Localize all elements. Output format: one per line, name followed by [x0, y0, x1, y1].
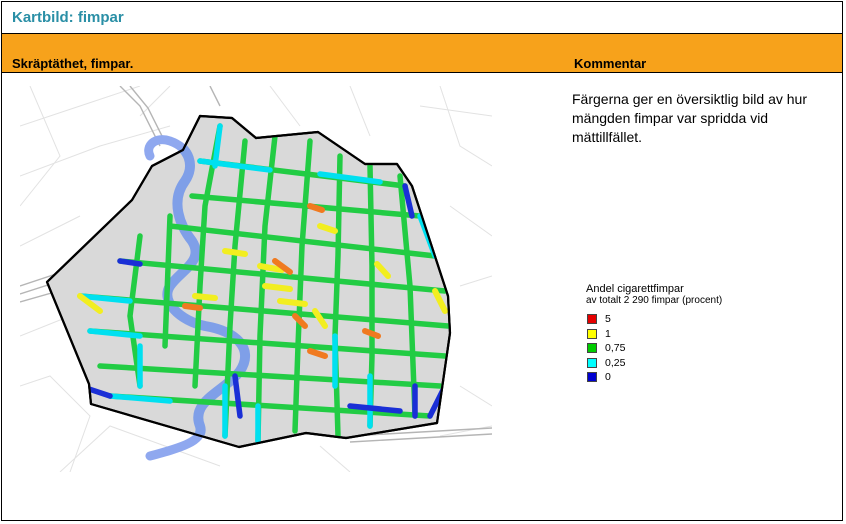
column-header-bar: Skräptäthet, fimpar. Kommentar [2, 34, 842, 73]
legend-subtitle: av totalt 2 290 fimpar (procent) [586, 295, 723, 306]
legend-label: 5 [605, 313, 611, 326]
legend-label: 1 [605, 327, 611, 340]
legend-swatch [587, 372, 597, 383]
comment-text: Färgerna ger en översiktlig bild av hur … [572, 91, 808, 145]
legend-item: 0,25 [586, 356, 722, 371]
legend-swatch [587, 314, 597, 325]
legend-swatch [587, 328, 597, 339]
legend-item: 0 [586, 370, 722, 385]
legend-title: Andel cigarettfimpar [586, 283, 684, 295]
map-column-heading: Skräptäthet, fimpar. [12, 56, 134, 71]
legend-label: 0,25 [605, 356, 626, 369]
comment-column-heading: Kommentar [574, 56, 647, 71]
litter-density-map [20, 86, 492, 472]
title-bar: Kartbild: fimpar [2, 2, 842, 34]
page-title: Kartbild: fimpar [12, 9, 124, 26]
legend-label: 0,75 [605, 342, 626, 355]
map-legend: Andel cigarettfimpar av totalt 2 290 fim… [586, 283, 722, 385]
legend-item: 5 [586, 312, 722, 327]
legend-item: 1 [586, 327, 722, 342]
legend-swatch [587, 343, 597, 354]
legend-label: 0 [605, 371, 611, 384]
legend-item: 0,75 [586, 341, 722, 356]
legend-swatch [587, 357, 597, 368]
